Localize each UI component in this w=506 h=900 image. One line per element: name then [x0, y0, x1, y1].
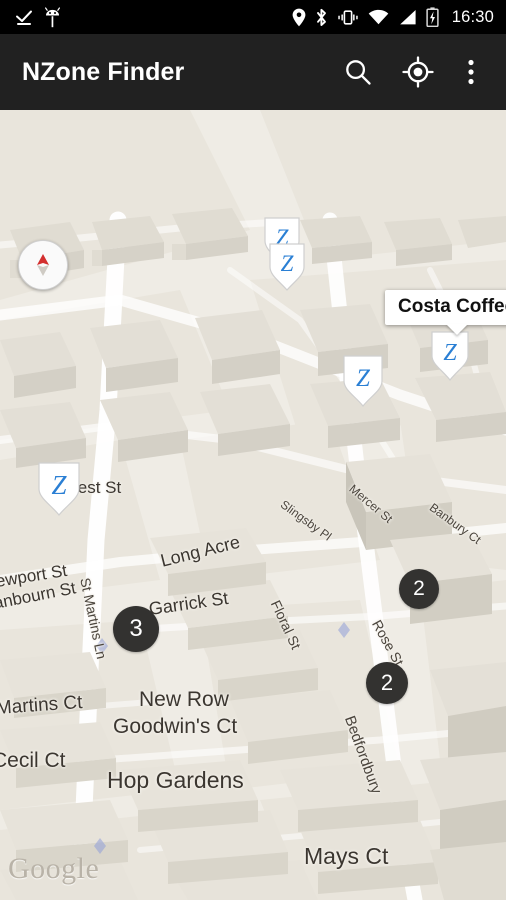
z-marker-icon: Z	[343, 355, 383, 407]
overflow-menu-button[interactable]	[450, 44, 492, 100]
my-location-button[interactable]	[390, 44, 446, 100]
app-root: 16:30 NZone Finder West St ewport St anb…	[0, 0, 506, 900]
cluster-count: 2	[413, 577, 425, 600]
status-bar-left-icons	[0, 6, 61, 28]
status-bar: 16:30	[0, 0, 506, 34]
download-complete-icon	[16, 10, 32, 25]
z-pin-3[interactable]: Z	[429, 329, 471, 388]
status-bar-clock: 16:30	[451, 7, 494, 26]
battery-charging-icon	[426, 7, 439, 27]
more-vert-icon	[468, 59, 474, 85]
bluetooth-icon	[316, 8, 326, 26]
app-bar: NZone Finder	[0, 34, 506, 110]
status-bar-right-icons: 16:30	[292, 7, 506, 27]
cluster-bedfordbury[interactable]: 2	[366, 662, 408, 704]
search-icon	[346, 60, 371, 85]
z-marker-icon: Z	[269, 243, 305, 291]
z-pin-2[interactable]: Z	[267, 241, 307, 298]
cluster-count: 3	[129, 615, 143, 642]
z-pin-5[interactable]: Z	[36, 460, 82, 523]
cluster-count: 2	[380, 670, 394, 695]
z-marker-icon: Z	[38, 462, 80, 516]
svg-text:Z: Z	[51, 470, 67, 500]
my-location-icon	[402, 56, 434, 88]
android-robot-icon	[45, 6, 60, 27]
app-bar-actions	[330, 44, 506, 100]
svg-text:Z: Z	[356, 365, 371, 392]
cell-signal-icon	[399, 9, 416, 24]
cluster-garrick-st[interactable]: 3	[113, 606, 159, 652]
info-window-tail	[445, 324, 468, 335]
info-window-costa-coffee[interactable]: Costa Coffee	[385, 290, 506, 335]
compass-needle-icon	[37, 254, 49, 276]
cluster-rose-st[interactable]: 2	[399, 569, 439, 609]
compass-widget[interactable]	[18, 240, 68, 290]
z-marker-icon: Z	[431, 331, 469, 381]
svg-text:Z: Z	[443, 340, 457, 366]
z-pin-4[interactable]: Z	[341, 353, 385, 414]
vibrate-icon	[338, 9, 358, 25]
map-view[interactable]: West St ewport St anbourn St St Martins …	[0, 110, 506, 900]
svg-text:Z: Z	[281, 251, 294, 276]
info-window-title: Costa Coffee	[385, 290, 506, 325]
wifi-icon	[368, 9, 389, 24]
search-button[interactable]	[330, 44, 386, 100]
location-pin-icon	[292, 8, 306, 26]
app-title: NZone Finder	[22, 57, 185, 86]
